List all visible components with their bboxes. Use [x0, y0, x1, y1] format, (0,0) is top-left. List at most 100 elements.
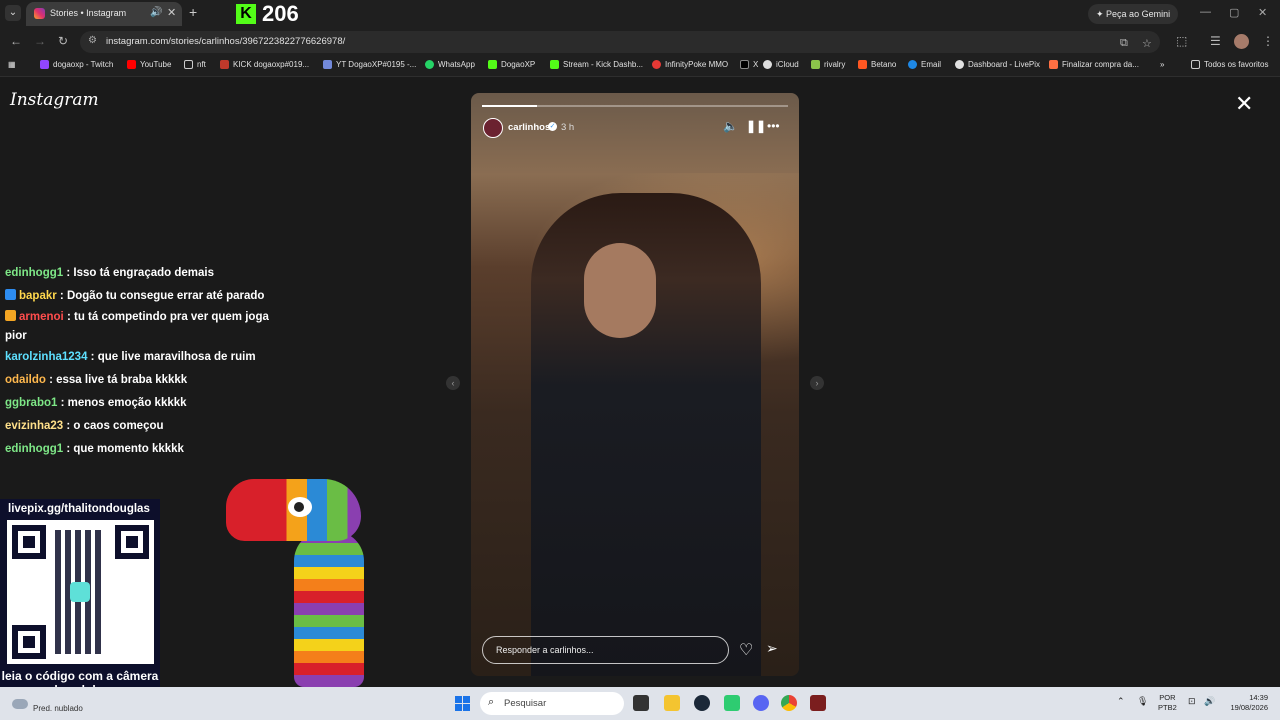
bookmark-item[interactable]: iCloud — [763, 60, 799, 69]
extensions-icon[interactable]: ⬚ — [1176, 34, 1187, 48]
bookmark-star-icon[interactable]: ☆ — [1142, 37, 1152, 50]
bookmark-item[interactable]: X — [740, 60, 758, 69]
taskbar-search-box[interactable]: ⌕ Pesquisar — [480, 692, 624, 715]
tab-search-icon[interactable]: ⌄ — [5, 5, 21, 21]
bookmark-item[interactable]: Finalizar compra da... — [1049, 60, 1139, 69]
chat-separator: : — [87, 351, 98, 363]
close-icon[interactable]: ✕ — [1235, 93, 1253, 115]
bookmark-folder[interactable]: nft — [184, 60, 206, 69]
qr-code — [7, 520, 154, 664]
profile-avatar[interactable] — [1234, 34, 1249, 49]
close-window-icon[interactable]: ✕ — [1258, 6, 1267, 19]
mute-icon[interactable]: 🔈 — [723, 119, 738, 133]
bookmarks-bar: ▦ dogaoxp - Twitch YouTube nft KICK doga… — [0, 56, 1280, 77]
story-username[interactable]: carlinhos — [508, 122, 550, 133]
instagram-logo[interactable]: Instagram — [10, 90, 99, 110]
clock-time: 14:39 — [1249, 693, 1268, 702]
new-tab-button[interactable]: + — [189, 4, 197, 20]
bookmark-item[interactable]: Betano — [858, 60, 896, 69]
steam-icon[interactable] — [694, 695, 710, 711]
chat-username: karolzinha1234 — [5, 351, 88, 363]
chat-separator: : — [56, 290, 67, 302]
reload-icon[interactable]: ↻ — [58, 34, 68, 48]
speaker-icon[interactable]: 🔊 — [150, 7, 162, 18]
forward-icon[interactable]: → — [34, 34, 46, 48]
chat-message: armenoi : tu tá competindo pra ver quem … — [5, 306, 285, 346]
chat-badge-icon — [5, 310, 16, 321]
bookmark-item[interactable]: WhatsApp — [425, 60, 475, 69]
network-icon[interactable]: ⊡ — [1188, 696, 1196, 707]
language-indicator[interactable]: POR PTB2 — [1158, 693, 1177, 713]
back-icon[interactable]: ← — [10, 34, 22, 48]
chrome-icon[interactable] — [781, 695, 797, 711]
menu-icon[interactable]: ⋮ — [1262, 34, 1274, 48]
app-icon-2[interactable] — [810, 695, 826, 711]
bookmark-item[interactable]: Stream - Kick Dashb... — [550, 60, 643, 69]
more-bookmarks-icon[interactable]: » — [1160, 60, 1164, 69]
clock-date: 19/08/2026 — [1230, 703, 1268, 712]
task-view-icon[interactable] — [633, 695, 649, 711]
reading-list-icon[interactable]: ☰ — [1210, 34, 1221, 48]
tray-chevron-icon[interactable]: ⌃ — [1117, 696, 1125, 707]
story-progress-fill — [482, 105, 538, 107]
chat-text: Isso tá engraçado demais — [73, 267, 214, 279]
next-story-icon[interactable]: › — [810, 376, 824, 390]
search-placeholder: Pesquisar — [504, 698, 547, 709]
stream-chat-overlay: edinhogg1 : Isso tá engraçado demais bapa… — [0, 262, 300, 461]
chat-username: edinhogg1 — [5, 443, 64, 455]
pause-icon[interactable]: ❚❚ — [746, 119, 766, 133]
bookmark-item[interactable]: Email — [908, 60, 941, 69]
ask-gemini-label: Peça ao Gemini — [1106, 9, 1171, 19]
ask-gemini-button[interactable]: ✦ Peça ao Gemini — [1088, 4, 1179, 24]
microphone-icon[interactable]: 🎙 — [1137, 696, 1148, 707]
story-progress-bar — [482, 105, 788, 107]
bookmark-item[interactable]: YouTube — [127, 60, 171, 69]
story-viewer[interactable]: carlinhos ✓ 3 h 🔈 ❚❚ ••• Responder a car… — [471, 93, 799, 676]
windows-taskbar: Pred. nublado ⌕ Pesquisar ⌃ 🎙 POR PTB2 ⊡ … — [0, 687, 1280, 720]
story-time: 3 h — [561, 122, 575, 133]
reply-input[interactable]: Responder a carlinhos... — [482, 636, 729, 664]
all-bookmarks-folder[interactable]: Todos os favoritos — [1191, 60, 1268, 69]
chat-message: odaildo : essa live tá braba kkkkk — [5, 369, 285, 392]
minimize-icon[interactable]: — — [1200, 6, 1211, 18]
clock[interactable]: 14:39 19/08/2026 — [1226, 693, 1268, 713]
close-tab-icon[interactable]: ✕ — [167, 6, 176, 19]
more-options-icon[interactable]: ••• — [767, 119, 780, 133]
story-video-face — [584, 243, 656, 338]
file-explorer-icon[interactable] — [664, 695, 680, 711]
qr-finder — [115, 525, 149, 559]
bookmark-item[interactable]: KICK dogaoxp#019... — [220, 60, 309, 69]
discord-icon[interactable] — [753, 695, 769, 711]
weather-text[interactable]: Pred. nublado — [33, 704, 83, 713]
lang-line-1: POR — [1159, 693, 1176, 702]
bookmark-item[interactable]: Dashboard - LivePix — [955, 60, 1040, 69]
chat-message: edinhogg1 : Isso tá engraçado demais — [5, 262, 285, 285]
send-icon[interactable]: ➢ — [766, 640, 778, 657]
bookmark-item[interactable]: DogaoXP — [488, 60, 535, 69]
bookmark-item[interactable]: dogaoxp - Twitch — [40, 60, 113, 69]
install-app-icon[interactable]: ⧉ — [1120, 37, 1128, 50]
maximize-icon[interactable]: ▢ — [1229, 6, 1239, 19]
windows-start-icon[interactable] — [455, 696, 470, 711]
chat-text: que live maravilhosa de ruim — [97, 351, 256, 363]
volume-icon[interactable]: 🔊 — [1204, 696, 1215, 707]
url-text: instagram.com/stories/carlinhos/39672238… — [106, 36, 346, 47]
previous-story-icon[interactable]: ‹ — [446, 376, 460, 390]
bookmark-item[interactable]: rivalry — [811, 60, 845, 69]
reply-placeholder: Responder a carlinhos... — [496, 645, 594, 655]
tab-instagram-stories[interactable]: Stories • Instagram 🔊 ✕ — [26, 2, 182, 26]
address-bar[interactable]: ⚙ instagram.com/stories/carlinhos/396722… — [80, 31, 1160, 53]
bookmark-item[interactable]: YT DogaoXP#0195 -... — [323, 60, 416, 69]
chat-username: bapakr — [19, 290, 57, 302]
chat-text: Dogão tu consegue errar até parado — [66, 290, 265, 302]
bookmark-item[interactable]: InfinityPoke MMO — [652, 60, 728, 69]
site-info-icon[interactable]: ⚙ — [88, 35, 97, 46]
like-heart-icon[interactable]: ♡ — [739, 640, 753, 660]
apps-icon[interactable]: ▦ — [8, 60, 16, 69]
avatar[interactable] — [483, 118, 503, 138]
chat-message: karolzinha1234 : que live maravilhosa de… — [5, 346, 285, 369]
chat-separator: : — [57, 397, 68, 409]
cloud-icon[interactable] — [12, 699, 28, 709]
app-icon[interactable] — [724, 695, 740, 711]
sock-body — [294, 531, 364, 687]
